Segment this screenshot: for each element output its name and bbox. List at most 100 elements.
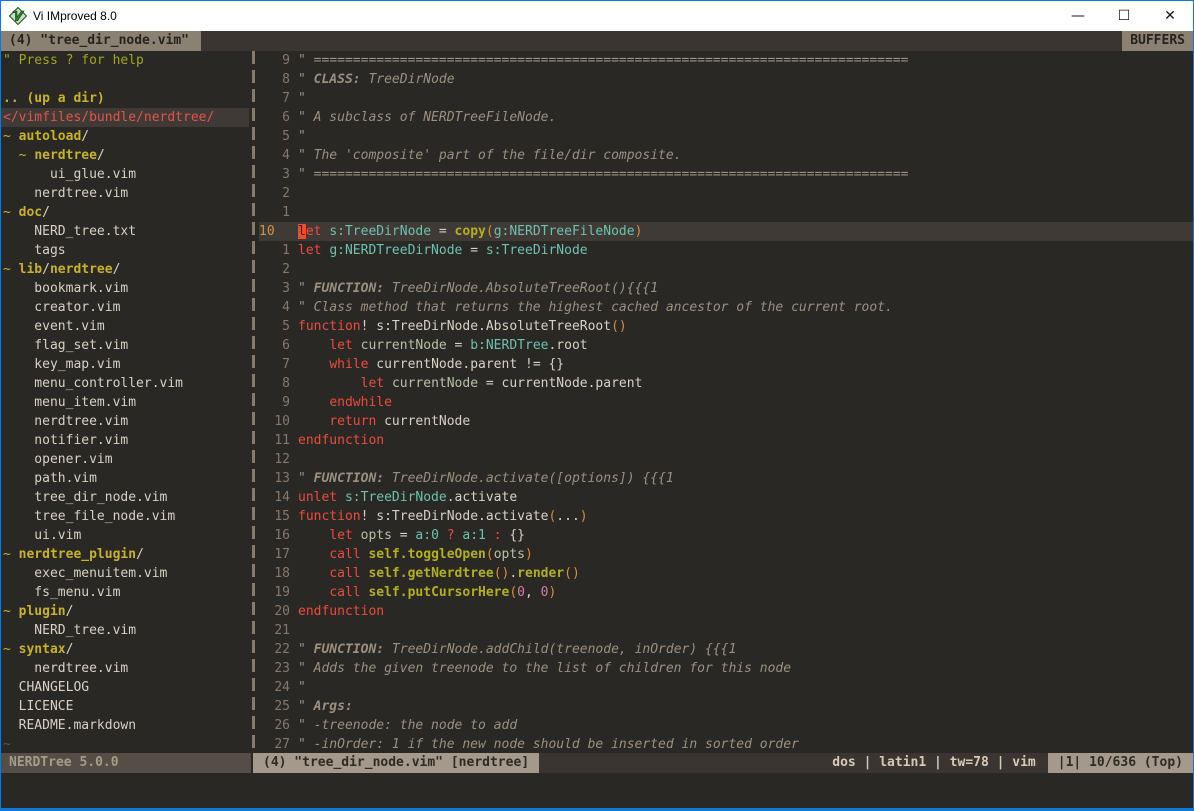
line-number: 4 [259,298,290,317]
code-line[interactable]: 8 let currentNode = currentNode.parent [259,374,1193,393]
code-line[interactable]: 21 [259,621,1193,640]
tree-item[interactable]: menu_item.vim [1,393,249,412]
tree-item[interactable]: </vimfiles/bundle/nerdtree/ [1,108,249,127]
statusline-filename: (4) "tree_dir_node.vim" [nerdtree] [253,753,539,773]
tree-item[interactable]: ~ autoload/ [1,127,249,146]
line-number: 18 [259,564,290,583]
code-line[interactable]: 10 return currentNode [259,412,1193,431]
tree-item[interactable]: ~ nerdtree_plugin/ [1,545,249,564]
tree-item[interactable]: ~ syntax/ [1,640,249,659]
tree-item[interactable]: creator.vim [1,298,249,317]
code-line[interactable]: 15function! s:TreeDirNode.activate(...) [259,507,1193,526]
code-line[interactable]: 2 [259,184,1193,203]
code-line[interactable]: 6" A subclass of NERDTreeFileNode. [259,108,1193,127]
tree-item[interactable]: event.vim [1,317,249,336]
tree-item[interactable]: exec_menuitem.vim [1,564,249,583]
code-line[interactable]: 22" FUNCTION: TreeDirNode.addChild(treen… [259,640,1193,659]
code-line[interactable]: 4" The 'composite' part of the file/dir … [259,146,1193,165]
code-line[interactable]: 11endfunction [259,431,1193,450]
tree-item[interactable]: nerdtree.vim [1,184,249,203]
tree-item[interactable]: flag_set.vim [1,336,249,355]
tree-item[interactable]: ~ doc/ [1,203,249,222]
tree-item[interactable]: ~ lib/nerdtree/ [1,260,249,279]
tree-item[interactable]: bookmark.vim [1,279,249,298]
tree-item[interactable]: fs_menu.vim [1,583,249,602]
tree-item[interactable]: nerdtree.vim [1,412,249,431]
code-line[interactable]: 7" [259,89,1193,108]
code-line[interactable]: 8" CLASS: TreeDirNode [259,70,1193,89]
code-line[interactable]: 16 let opts = a:0 ? a:1 : {} [259,526,1193,545]
tree-item[interactable]: tags [1,241,249,260]
command-line[interactable] [1,773,1193,808]
code-line[interactable]: 24" [259,678,1193,697]
code-line[interactable]: 12 [259,450,1193,469]
tab-tree-dir-node[interactable]: (4) "tree_dir_node.vim" [1,31,201,51]
tree-item[interactable]: " Press ? for help [1,51,249,70]
code-line[interactable]: 14unlet s:TreeDirNode.activate [259,488,1193,507]
tree-item[interactable]: ~ nerdtree/ [1,146,249,165]
tree-item[interactable]: NERD_tree.vim [1,621,249,640]
window-controls: — ☐ ✕ [1055,1,1193,31]
tree-item[interactable]: menu_controller.vim [1,374,249,393]
code-line[interactable]: 6 let currentNode = b:NERDTree.root [259,336,1193,355]
line-number: 8 [259,70,290,89]
line-number: 20 [259,602,290,621]
code-line[interactable]: 23" Adds the given treenode to the list … [259,659,1193,678]
editor-pane[interactable]: 9" =====================================… [259,51,1193,753]
code-line[interactable]: 9" =====================================… [259,51,1193,70]
code-line[interactable]: 10let s:TreeDirNode = copy(g:NERDTreeFil… [259,222,1193,241]
line-number: 22 [259,640,290,659]
line-number: 17 [259,545,290,564]
tree-item[interactable]: ~ [1,735,249,753]
code-line[interactable]: 4" Class method that returns the highest… [259,298,1193,317]
line-number: 15 [259,507,290,526]
tree-item[interactable]: ~ plugin/ [1,602,249,621]
tree-item[interactable] [1,70,249,89]
line-number: 2 [259,184,290,203]
tree-item[interactable]: notifier.vim [1,431,249,450]
line-number: 1 [259,241,290,260]
code-line[interactable]: 7 while currentNode.parent != {} [259,355,1193,374]
code-line[interactable]: 20endfunction [259,602,1193,621]
line-number: 7 [259,89,290,108]
code-line[interactable]: 2 [259,260,1193,279]
code-line[interactable]: 17 call self.toggleOpen(opts) [259,545,1193,564]
tree-item[interactable]: ui.vim [1,526,249,545]
tree-item[interactable]: tree_file_node.vim [1,507,249,526]
code-line[interactable]: 13" FUNCTION: TreeDirNode.activate([opti… [259,469,1193,488]
maximize-button[interactable]: ☐ [1101,1,1147,31]
vim-window: Vi IMproved 8.0 — ☐ ✕ (4) "tree_dir_node… [0,0,1194,811]
code-line[interactable]: 5" [259,127,1193,146]
tree-item[interactable]: tree_dir_node.vim [1,488,249,507]
code-line[interactable]: 9 endwhile [259,393,1193,412]
tree-item[interactable]: key_map.vim [1,355,249,374]
tree-item[interactable]: CHANGELOG [1,678,249,697]
code-line[interactable]: 27" -inOrder: 1 if the new node should b… [259,735,1193,753]
tree-item[interactable]: nerdtree.vim [1,659,249,678]
cursor: l [298,224,306,239]
code-line[interactable]: 3" =====================================… [259,165,1193,184]
minimize-button[interactable]: — [1055,1,1101,31]
code-line[interactable]: 19 call self.putCursorHere(0, 0) [259,583,1193,602]
code-line[interactable]: 1 [259,203,1193,222]
code-line[interactable]: 3" FUNCTION: TreeDirNode.AbsoluteTreeRoo… [259,279,1193,298]
window-separator[interactable] [249,51,259,753]
nerdtree-pane[interactable]: " Press ? for help .. (up a dir)</vimfile… [1,51,249,753]
code-line[interactable]: 26" -treenode: the node to add [259,716,1193,735]
tree-item[interactable]: ui_glue.vim [1,165,249,184]
close-button[interactable]: ✕ [1147,1,1193,31]
code-line[interactable]: 5function! s:TreeDirNode.AbsoluteTreeRoo… [259,317,1193,336]
line-number: 9 [259,393,290,412]
code-line[interactable]: 25" Args: [259,697,1193,716]
line-number: 2 [259,260,290,279]
statusline-spacer [539,753,820,773]
tree-item[interactable]: path.vim [1,469,249,488]
tree-item[interactable]: README.markdown [1,716,249,735]
tree-item[interactable]: LICENCE [1,697,249,716]
tree-item[interactable]: NERD_tree.txt [1,222,249,241]
tree-item[interactable]: opener.vim [1,450,249,469]
tree-item[interactable]: .. (up a dir) [1,89,249,108]
line-number: 13 [259,469,290,488]
code-line[interactable]: 18 call self.getNerdtree().render() [259,564,1193,583]
code-line[interactable]: 1let g:NERDTreeDirNode = s:TreeDirNode [259,241,1193,260]
